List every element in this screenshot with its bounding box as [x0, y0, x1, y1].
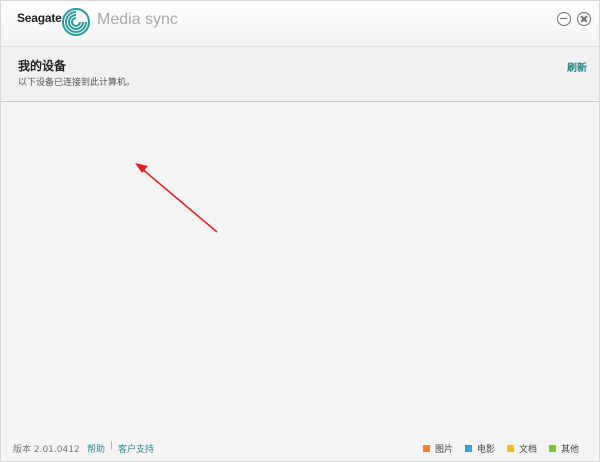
- legend-label-pictures: 图片: [435, 445, 454, 455]
- legend-label-movies: 电影: [477, 445, 496, 455]
- app-title: Media sync: [97, 11, 178, 28]
- legend-item-movies: 电影: [465, 442, 495, 455]
- media-sync-window: Seagate Media sync 我的设备 以下设备已连接到此计算机。 刷新…: [0, 0, 600, 462]
- legend-label-documents: 文档: [519, 445, 538, 455]
- legend-swatch-documents: [507, 445, 514, 452]
- close-button[interactable]: [577, 12, 591, 26]
- brand-name: Seagate: [17, 11, 62, 25]
- legend-item-other: 其他: [549, 442, 579, 455]
- footer: 版本 2.01.0412 帮助 | 客户支持 图片 电影 文档 其他: [1, 437, 599, 461]
- red-arrow-annotation: [135, 163, 218, 233]
- devices-header: 我的设备 以下设备已连接到此计算机。 刷新: [1, 47, 599, 102]
- legend-swatch-movies: [465, 445, 472, 452]
- seagate-logo-icon: [62, 8, 90, 36]
- help-link[interactable]: 帮助: [87, 442, 105, 455]
- legend-item-pictures: 图片: [423, 442, 453, 455]
- legend-swatch-other: [549, 445, 556, 452]
- version-text: 版本 2.01.0412: [13, 445, 80, 455]
- refresh-button[interactable]: 刷新: [567, 59, 587, 74]
- section-title: 我的设备: [18, 59, 67, 73]
- minimize-button[interactable]: [557, 12, 571, 26]
- customer-support-link[interactable]: 客户支持: [118, 442, 154, 455]
- section-subtitle: 以下设备已连接到此计算机。: [18, 78, 136, 88]
- legend-label-other: 其他: [561, 445, 580, 455]
- footer-separator: |: [110, 441, 114, 451]
- legend-swatch-pictures: [423, 445, 430, 452]
- device-list-area: [1, 102, 599, 432]
- titlebar: Seagate Media sync: [1, 1, 599, 47]
- legend-item-documents: 文档: [507, 442, 537, 455]
